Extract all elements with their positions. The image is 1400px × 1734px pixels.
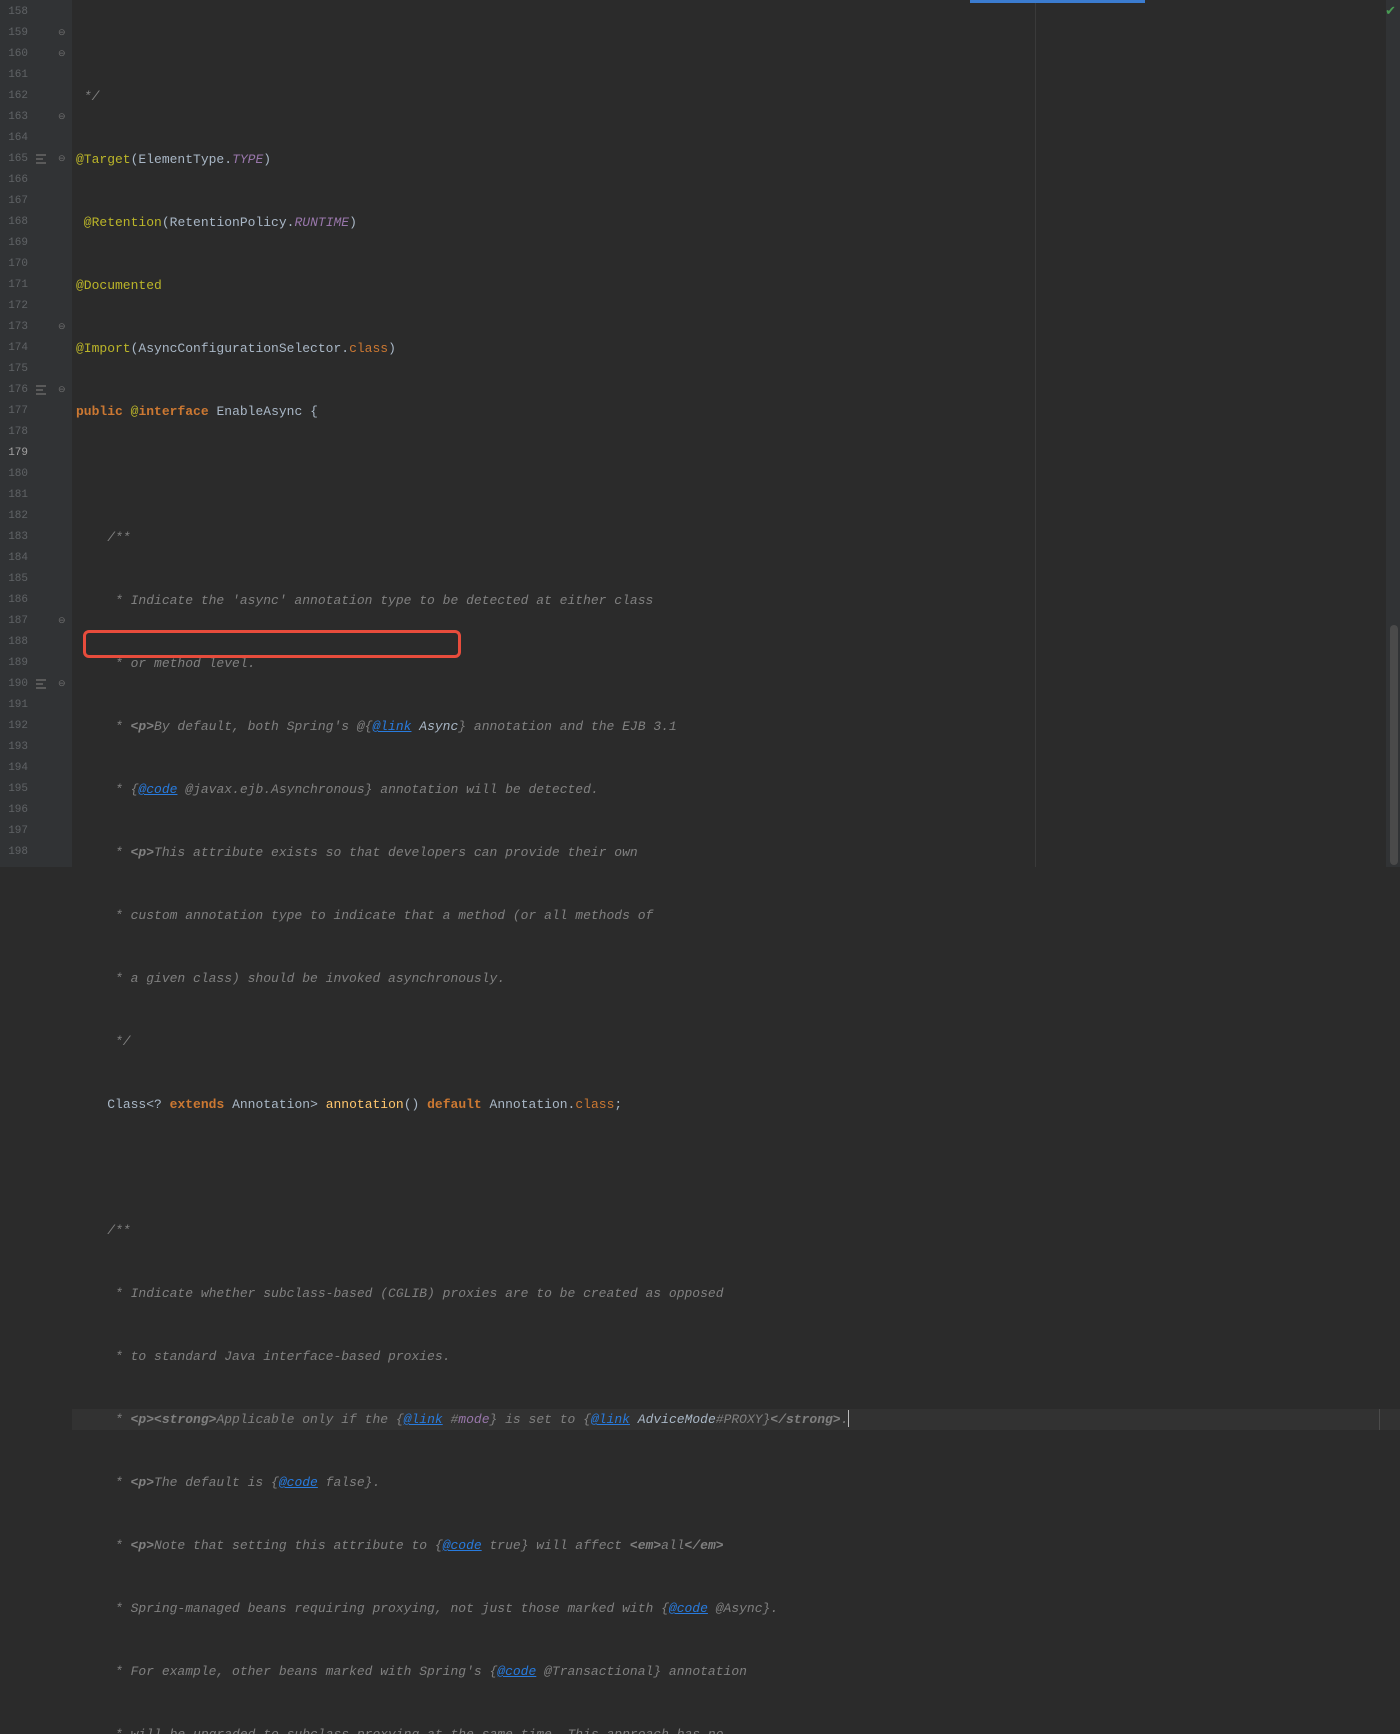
line-number[interactable]: 173 xyxy=(0,317,28,338)
javadoc-link[interactable]: @code xyxy=(497,1664,536,1679)
line-number[interactable]: 182 xyxy=(0,506,28,527)
line-number[interactable]: 170 xyxy=(0,254,28,275)
line-number[interactable]: 195 xyxy=(0,779,28,800)
line-number[interactable]: 172 xyxy=(0,296,28,317)
line-number-gutter[interactable]: 1581591601611621631641651661671681691701… xyxy=(0,0,34,867)
error-stripe[interactable]: ✔ xyxy=(1386,0,1400,867)
line-number[interactable]: 175 xyxy=(0,359,28,380)
line-number[interactable]: 184 xyxy=(0,548,28,569)
interface-name: EnableAsync xyxy=(216,404,302,419)
line-number[interactable]: 181 xyxy=(0,485,28,506)
line-number[interactable]: 186 xyxy=(0,590,28,611)
line-number[interactable]: 189 xyxy=(0,653,28,674)
line-number[interactable]: 196 xyxy=(0,800,28,821)
line-number[interactable]: 194 xyxy=(0,758,28,779)
annotation: @Target xyxy=(76,152,131,167)
annotations-gutter[interactable] xyxy=(34,0,56,867)
line-number[interactable]: 192 xyxy=(0,716,28,737)
line-number[interactable]: 163 xyxy=(0,107,28,128)
javadoc-link[interactable]: @code xyxy=(138,782,177,797)
line-number[interactable]: 162 xyxy=(0,86,28,107)
line-number[interactable]: 183 xyxy=(0,527,28,548)
code-area[interactable]: */ @Target(ElementType.TYPE) @Retention(… xyxy=(72,0,1400,867)
javadoc-link[interactable]: @code xyxy=(279,1475,318,1490)
annotation: @Retention xyxy=(76,215,162,230)
fold-toggle-icon[interactable]: ⊖ xyxy=(58,28,68,38)
line-number[interactable]: 190 xyxy=(0,674,28,695)
line-number[interactable]: 164 xyxy=(0,128,28,149)
current-line[interactable]: * <p><strong>Applicable only if the {@li… xyxy=(72,1409,1400,1430)
annotation: @Import xyxy=(76,341,131,356)
line-number[interactable]: 169 xyxy=(0,233,28,254)
line-number[interactable]: 188 xyxy=(0,632,28,653)
line-number[interactable]: 179 xyxy=(0,443,28,464)
javadoc-link[interactable]: @code xyxy=(443,1538,482,1553)
intention-hint-icon[interactable] xyxy=(36,154,50,166)
line-number[interactable]: 185 xyxy=(0,569,28,590)
line-number[interactable]: 168 xyxy=(0,212,28,233)
inspection-ok-icon[interactable]: ✔ xyxy=(1385,4,1396,19)
fold-toggle-icon[interactable]: ⊖ xyxy=(58,679,68,689)
line-number[interactable]: 187 xyxy=(0,611,28,632)
javadoc-link[interactable]: @link xyxy=(372,719,411,734)
line-number[interactable]: 165 xyxy=(0,149,28,170)
line-number[interactable]: 176 xyxy=(0,380,28,401)
intention-hint-icon[interactable] xyxy=(36,385,50,397)
line-number[interactable]: 177 xyxy=(0,401,28,422)
fold-toggle-icon[interactable]: ⊖ xyxy=(58,154,68,164)
line-number[interactable]: 158 xyxy=(0,2,28,23)
method-name: annotation xyxy=(326,1097,404,1112)
intention-hint-icon[interactable] xyxy=(36,679,50,691)
javadoc-link[interactable]: @link xyxy=(404,1412,443,1427)
code-editor: 1581591601611621631641651661671681691701… xyxy=(0,0,1400,867)
folding-gutter[interactable]: ⊖ ⊖ ⊖ ⊖ ⊖ ⊖ ⊖ ⊖ xyxy=(56,0,72,867)
code-text: */ xyxy=(76,89,99,104)
line-number[interactable]: 193 xyxy=(0,737,28,758)
javadoc-link[interactable]: @link xyxy=(591,1412,630,1427)
line-number[interactable]: 159 xyxy=(0,23,28,44)
line-number[interactable]: 161 xyxy=(0,65,28,86)
line-number[interactable]: 166 xyxy=(0,170,28,191)
fold-toggle-icon[interactable]: ⊖ xyxy=(58,112,68,122)
fold-toggle-icon[interactable]: ⊖ xyxy=(58,616,68,626)
annotation: @Documented xyxy=(76,278,162,293)
line-number[interactable]: 198 xyxy=(0,842,28,863)
text-caret xyxy=(848,1410,849,1427)
line-number[interactable]: 191 xyxy=(0,695,28,716)
line-number[interactable]: 178 xyxy=(0,422,28,443)
fold-toggle-icon[interactable]: ⊖ xyxy=(58,385,68,395)
javadoc-link[interactable]: @code xyxy=(669,1601,708,1616)
fold-toggle-icon[interactable]: ⊖ xyxy=(58,322,68,332)
line-number[interactable]: 167 xyxy=(0,191,28,212)
line-number[interactable]: 180 xyxy=(0,464,28,485)
fold-toggle-icon[interactable]: ⊖ xyxy=(58,49,68,59)
scrollbar-thumb[interactable] xyxy=(1390,625,1398,865)
line-number[interactable]: 174 xyxy=(0,338,28,359)
line-number[interactable]: 197 xyxy=(0,821,28,842)
line-number[interactable]: 171 xyxy=(0,275,28,296)
tab-indicator xyxy=(970,0,1145,3)
line-number[interactable]: 160 xyxy=(0,44,28,65)
